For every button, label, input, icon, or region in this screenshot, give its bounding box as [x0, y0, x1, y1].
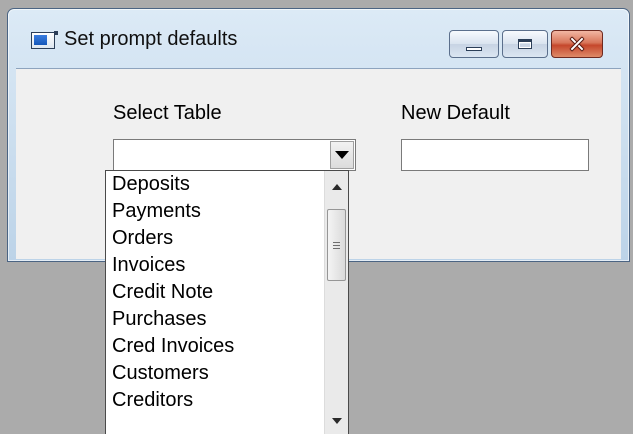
table-list: Deposits Payments Orders Invoices Credit Not… [106, 171, 324, 414]
list-item[interactable]: Cred Invoices [106, 333, 324, 360]
window-title: Set prompt defaults [64, 28, 238, 50]
table-dropdown-list[interactable]: Deposits Payments Orders Invoices Credit Not… [105, 170, 349, 434]
new-default-input[interactable] [401, 139, 589, 171]
grip-icon [333, 241, 340, 249]
select-table-combobox[interactable] [113, 139, 356, 171]
arrow-up-icon [331, 184, 342, 190]
list-item[interactable]: Deposits [106, 171, 324, 198]
list-item[interactable]: Orders [106, 225, 324, 252]
maximize-icon [518, 39, 532, 49]
list-item[interactable]: Customers [106, 360, 324, 387]
app-window-icon [31, 31, 58, 49]
title-bar[interactable]: Set prompt defaults [8, 9, 629, 67]
close-button[interactable] [551, 30, 603, 58]
list-item[interactable]: Credit Note [106, 279, 324, 306]
list-item[interactable]: Creditors [106, 387, 324, 414]
scroll-up-button[interactable] [325, 175, 348, 199]
list-item[interactable]: Payments [106, 198, 324, 225]
scroll-thumb[interactable] [327, 209, 346, 281]
minimize-button[interactable] [449, 30, 499, 58]
list-scrollbar[interactable] [324, 171, 348, 434]
new-default-label: New Default [401, 102, 510, 124]
minimize-icon [466, 47, 482, 51]
chevron-down-icon [335, 151, 349, 159]
select-table-label: Select Table [113, 102, 222, 124]
arrow-down-icon [331, 418, 342, 424]
list-item[interactable]: Invoices [106, 252, 324, 279]
combo-dropdown-button[interactable] [330, 141, 354, 169]
list-item[interactable]: Purchases [106, 306, 324, 333]
maximize-button[interactable] [502, 30, 548, 58]
scroll-down-button[interactable] [325, 409, 348, 433]
